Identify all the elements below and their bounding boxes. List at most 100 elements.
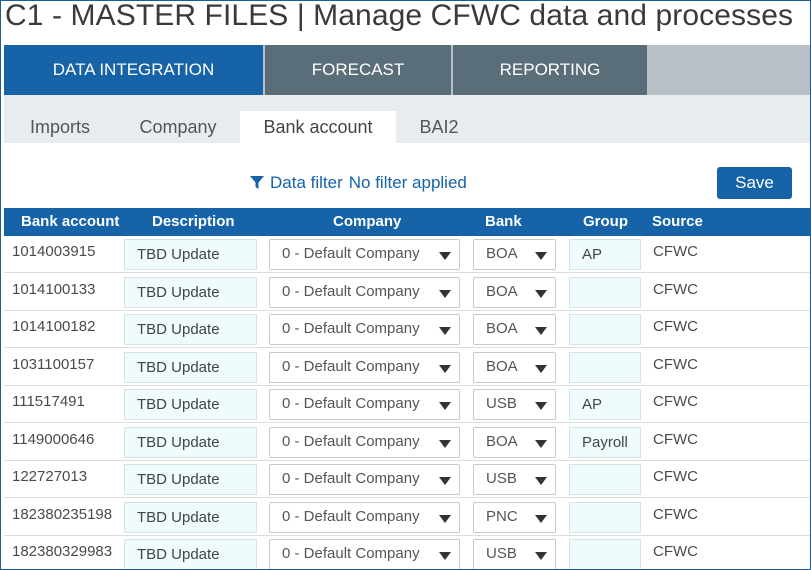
description-input[interactable]: TBD Update	[124, 464, 257, 495]
column-header-bank-account[interactable]: Bank account	[21, 213, 119, 230]
tab-forecast[interactable]: FORECAST	[265, 45, 451, 95]
company-select[interactable]: 0 - Default Company	[269, 314, 460, 345]
bank-select[interactable]: USB	[473, 464, 556, 495]
chevron-down-icon	[535, 552, 547, 560]
chevron-down-icon	[535, 327, 547, 335]
data-filter-status: No filter applied	[348, 173, 467, 192]
company-select[interactable]: 0 - Default Company	[269, 351, 460, 383]
company-select-value: 0 - Default Company	[282, 282, 420, 300]
description-input[interactable]: TBD Update	[124, 351, 257, 383]
company-select[interactable]: 0 - Default Company	[269, 389, 460, 420]
bank-account-cell: 1014003915	[12, 243, 96, 260]
group-input[interactable]	[569, 276, 641, 308]
source-cell: CFWC	[653, 505, 698, 523]
source-cell: CFWC	[653, 468, 698, 485]
company-select[interactable]: 0 - Default Company	[269, 539, 460, 569]
company-select-value: 0 - Default Company	[282, 245, 420, 262]
tab-bank-account[interactable]: Bank account	[240, 111, 396, 143]
chevron-down-icon	[439, 252, 451, 260]
description-input[interactable]: TBD Update	[124, 239, 257, 270]
table-row: 111517491 TBD Update 0 - Default Company US…	[4, 386, 810, 423]
company-select[interactable]: 0 - Default Company	[269, 464, 460, 495]
source-cell: CFWC	[653, 243, 698, 260]
group-input[interactable]	[569, 351, 641, 383]
chevron-down-icon	[535, 289, 547, 298]
bank-select[interactable]: BOA	[473, 276, 556, 308]
table-row: 1031100157 TBD Update 0 - Default Company B…	[4, 349, 810, 386]
source-cell: CFWC	[653, 318, 698, 335]
column-header-description[interactable]: Description	[152, 213, 235, 230]
description-input[interactable]: TBD Update	[124, 539, 257, 569]
bank-select[interactable]: USB	[473, 539, 556, 569]
chevron-down-icon	[439, 552, 451, 560]
table-row: 1014003915 TBD Update 0 - Default Company B…	[4, 236, 810, 273]
group-input[interactable]	[569, 314, 641, 345]
column-header-source[interactable]: Source	[652, 213, 703, 230]
tab-data-integration[interactable]: DATA INTEGRATION	[4, 45, 263, 95]
bank-account-cell: 1014100182	[12, 318, 96, 335]
company-select-value: 0 - Default Company	[282, 395, 420, 412]
group-input[interactable]: AP	[569, 239, 641, 270]
group-input[interactable]: Payroll	[569, 426, 641, 458]
chevron-down-icon	[439, 327, 451, 335]
group-input[interactable]	[569, 539, 641, 569]
table-row: 122727013 TBD Update 0 - Default Company US…	[4, 461, 810, 498]
table-row: 182380235198 TBD Update 0 - Default Compan…	[4, 499, 810, 536]
bank-select[interactable]: BOA	[473, 426, 556, 458]
table-row: 1149000646 TBD Update 0 - Default Company B…	[4, 424, 810, 461]
table-row: 182380329983 TBD Update 0 - Default Compan…	[4, 536, 810, 569]
tab-reporting[interactable]: REPORTING	[453, 45, 647, 95]
bank-account-cell: 122727013	[12, 468, 88, 485]
chevron-down-icon	[535, 364, 547, 373]
chevron-down-icon	[535, 477, 547, 485]
description-input[interactable]: TBD Update	[124, 426, 257, 458]
company-select[interactable]: 0 - Default Company	[269, 239, 460, 270]
bank-select[interactable]: BOA	[473, 314, 556, 345]
bank-select[interactable]: BOA	[473, 351, 556, 383]
company-select-value: 0 - Default Company	[282, 357, 420, 375]
source-cell: CFWC	[653, 280, 698, 298]
company-select[interactable]: 0 - Default Company	[269, 501, 460, 533]
chevron-down-icon	[439, 439, 451, 448]
bank-select[interactable]: USB	[473, 389, 556, 420]
chevron-down-icon	[439, 477, 451, 485]
company-select-value: 0 - Default Company	[282, 545, 420, 562]
chevron-down-icon	[439, 514, 451, 523]
source-cell: CFWC	[653, 355, 698, 373]
chevron-down-icon	[535, 252, 547, 260]
source-cell: CFWC	[653, 393, 698, 410]
source-cell: CFWC	[653, 430, 698, 448]
group-input[interactable]	[569, 464, 641, 495]
data-filter[interactable]: Data filter No filter applied	[250, 173, 467, 193]
tab-imports[interactable]: Imports	[10, 111, 110, 143]
table-row: 1014100133 TBD Update 0 - Default Company B…	[4, 274, 810, 311]
company-select-value: 0 - Default Company	[282, 507, 420, 525]
filter-icon	[250, 176, 264, 189]
bank-select[interactable]: PNC	[473, 501, 556, 533]
bank-account-cell: 182380329983	[12, 543, 113, 560]
chevron-down-icon	[439, 402, 451, 410]
sub-tab-bar: Imports Company Bank account BAI2	[4, 95, 810, 143]
grid-header: Bank account Description Company Bank Gr…	[4, 208, 810, 236]
description-input[interactable]: TBD Update	[124, 276, 257, 308]
column-header-bank[interactable]: Bank	[485, 213, 522, 230]
bank-account-cell: 182380235198	[12, 505, 113, 523]
column-header-group[interactable]: Group	[583, 213, 628, 230]
company-select-value: 0 - Default Company	[282, 320, 420, 337]
company-select[interactable]: 0 - Default Company	[269, 276, 460, 308]
chevron-down-icon	[535, 402, 547, 410]
group-input[interactable]	[569, 501, 641, 533]
table-row: 1014100182 TBD Update 0 - Default Company B…	[4, 311, 810, 348]
main-tab-bar: DATA INTEGRATION FORECAST REPORTING	[4, 45, 810, 95]
description-input[interactable]: TBD Update	[124, 501, 257, 533]
company-select[interactable]: 0 - Default Company	[269, 426, 460, 458]
tab-company[interactable]: Company	[126, 111, 230, 143]
tab-bai2[interactable]: BAI2	[404, 111, 474, 143]
column-header-company[interactable]: Company	[333, 213, 401, 230]
description-input[interactable]: TBD Update	[124, 389, 257, 420]
group-input[interactable]: AP	[569, 389, 641, 420]
description-input[interactable]: TBD Update	[124, 314, 257, 345]
data-filter-label: Data filter	[270, 173, 343, 192]
save-button[interactable]: Save	[717, 167, 792, 199]
bank-select[interactable]: BOA	[473, 239, 556, 270]
